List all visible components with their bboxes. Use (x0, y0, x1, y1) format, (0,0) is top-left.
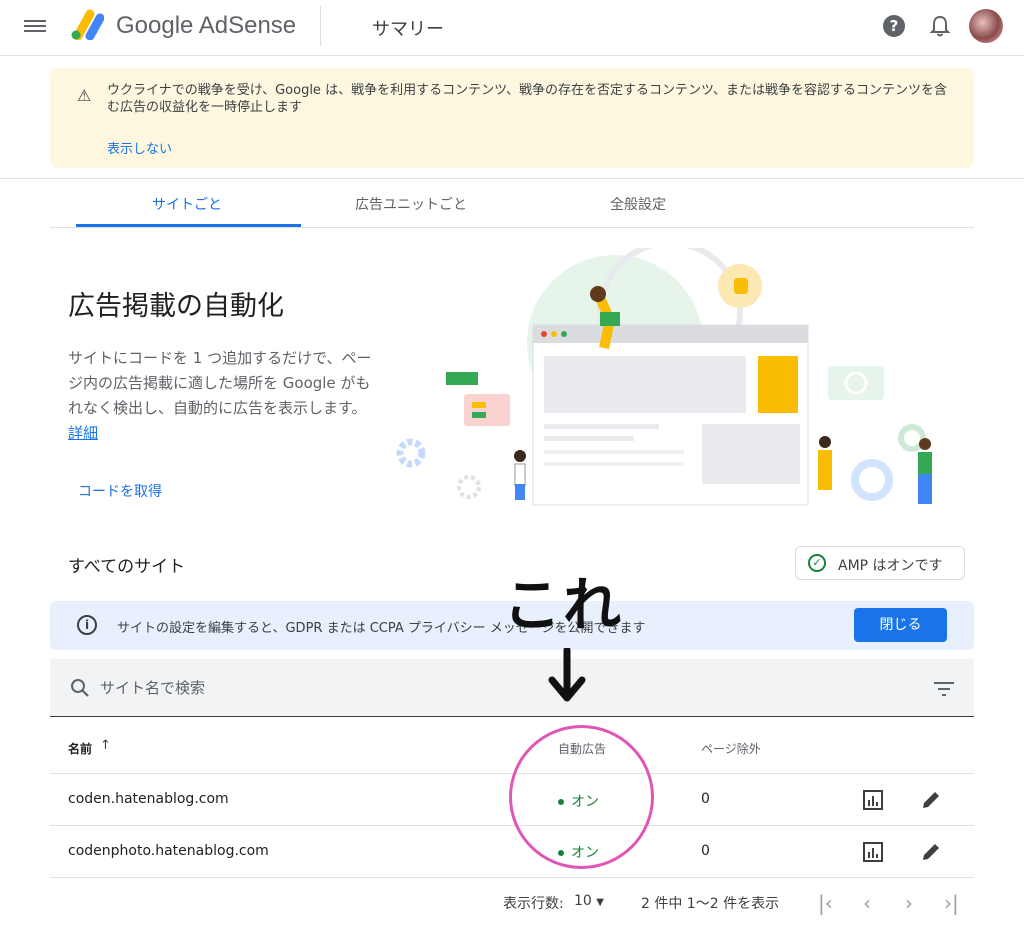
help-icon[interactable]: ? (883, 15, 905, 37)
info-icon: i (77, 615, 97, 635)
row-divider (50, 825, 974, 826)
column-header-name[interactable]: 名前 (68, 740, 92, 757)
rows-per-page-label: 表示行数: (503, 896, 564, 912)
row-divider (50, 877, 974, 878)
warning-message: ウクライナでの戦争を受け、Google は、戦争を利用するコンテンツ、戦争の存在… (107, 83, 947, 115)
report-chart-icon[interactable] (862, 841, 884, 863)
tab-bar: サイトごと 広告ユニットごと 全般設定 (50, 178, 974, 228)
notifications-bell-icon[interactable] (929, 14, 951, 38)
filter-icon[interactable] (934, 681, 954, 697)
dropdown-arrow-icon: ▼ (596, 897, 604, 908)
page-title: サマリー (372, 19, 444, 40)
previous-page-icon[interactable]: ‹ (863, 891, 871, 915)
top-app-bar: Google AdSense サマリー ? (0, 0, 1024, 56)
report-chart-icon[interactable] (862, 789, 884, 811)
hamburger-menu-icon[interactable] (24, 17, 46, 35)
row-divider (50, 773, 974, 774)
tab-by-site[interactable]: サイトごと (152, 194, 222, 214)
edit-pencil-icon[interactable] (920, 789, 942, 811)
brand-name: Google AdSense (116, 12, 297, 39)
sort-ascending-icon[interactable]: ↑ (100, 738, 111, 753)
site-search-bar (50, 659, 974, 717)
auto-ads-status: オン (558, 791, 599, 811)
first-page-icon[interactable]: |‹ (818, 891, 833, 915)
page-exclusions-count: 0 (701, 843, 710, 859)
annotation-text: これ (503, 571, 624, 639)
site-search-input[interactable] (100, 675, 800, 701)
auto-ads-illustration (446, 248, 932, 506)
tab-by-ad-unit[interactable]: 広告ユニットごと (355, 194, 467, 214)
check-circle-icon: ✓ (808, 554, 826, 572)
gray-gear-icon (457, 475, 481, 499)
blue-gear-icon (396, 438, 426, 468)
page-exclusions-count: 0 (701, 791, 710, 807)
column-header-page-exclusions[interactable]: ページ除外 (701, 740, 761, 757)
rows-per-page-select[interactable]: 10 ▼ (574, 893, 604, 909)
active-tab-indicator (76, 224, 301, 227)
rows-per-page-value: 10 (574, 893, 592, 909)
auto-ads-heading: 広告掲載の自動化 (68, 291, 284, 322)
war-policy-warning-banner: ⚠ ウクライナでの戦争を受け、Google は、戦争を利用するコンテンツ、戦争の… (50, 68, 974, 168)
column-header-auto-ads[interactable]: 自動広告 (558, 740, 606, 757)
warning-triangle-icon: ⚠ (77, 86, 92, 105)
all-sites-heading: すべてのサイト (68, 557, 186, 577)
get-code-link[interactable]: コードを取得 (78, 481, 162, 501)
description-text: サイトにコードを 1 つ追加するだけで、ページ内の広告掲載に適した場所を Goo… (68, 349, 372, 417)
account-avatar[interactable] (969, 9, 1003, 43)
auto-ads-status: オン (558, 842, 599, 862)
learn-more-link[interactable]: 詳細 (68, 424, 98, 442)
site-name[interactable]: coden.hatenablog.com (68, 791, 229, 807)
next-page-icon[interactable]: › (905, 891, 913, 915)
header-divider (320, 6, 321, 46)
search-icon (71, 679, 89, 697)
close-banner-button[interactable]: 閉じる (854, 608, 947, 642)
amp-status-chip[interactable]: ✓ AMP はオンです (795, 546, 965, 580)
tab-general-settings[interactable]: 全般設定 (610, 194, 666, 214)
auto-ads-description: サイトにコードを 1 つ追加するだけで、ページ内の広告掲載に適した場所を Goo… (68, 346, 378, 446)
annotation-arrow-icon (548, 648, 586, 702)
dismiss-warning-link[interactable]: 表示しない (107, 138, 172, 157)
pagination-range: 2 件中 1〜2 件を表示 (641, 896, 780, 912)
adsense-logo-icon (71, 9, 104, 40)
last-page-icon[interactable]: ›| (944, 891, 959, 915)
site-name[interactable]: codenphoto.hatenablog.com (68, 843, 269, 859)
edit-pencil-icon[interactable] (920, 841, 942, 863)
amp-status-label: AMP はオンです (838, 558, 943, 574)
